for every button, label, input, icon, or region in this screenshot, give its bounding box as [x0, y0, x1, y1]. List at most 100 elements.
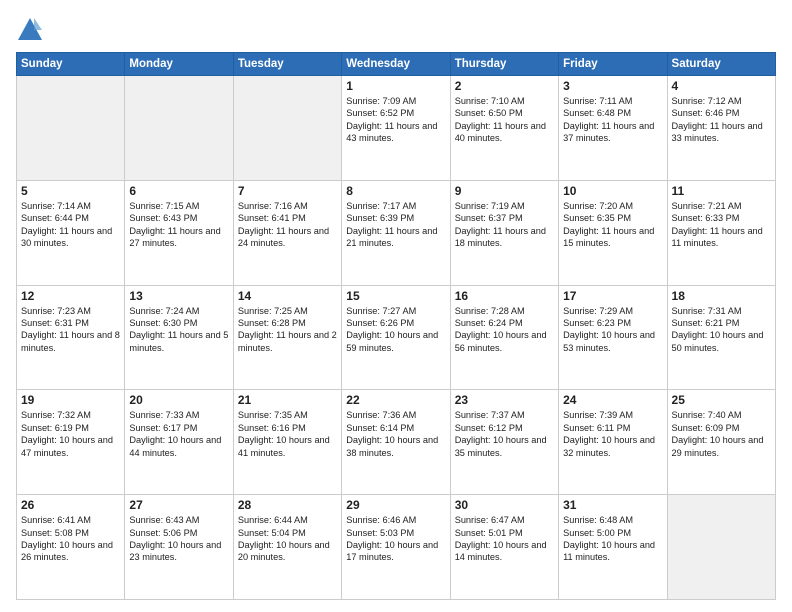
day-number: 27 — [129, 498, 228, 512]
calendar-cell: 28Sunrise: 6:44 AMSunset: 5:04 PMDayligh… — [233, 495, 341, 600]
cell-daylight-info: Sunrise: 7:21 AMSunset: 6:33 PMDaylight:… — [672, 200, 771, 250]
calendar-cell: 6 Sunrise: 7:15 AMSunset: 6:43 PMDaylight… — [125, 180, 233, 285]
calendar-cell: 21Sunrise: 7:35 AMSunset: 6:16 PMDayligh… — [233, 390, 341, 495]
calendar-week-row: 5Sunrise: 7:14 AMSunset: 6:44 PMDaylight… — [17, 180, 776, 285]
calendar-cell: 9 Sunrise: 7:19 AMSunset: 6:37 PMDaylight… — [450, 180, 558, 285]
cell-daylight-info: Sunrise: 7:14 AMSunset: 6:44 PMDaylight:… — [21, 200, 120, 250]
calendar-cell: 20Sunrise: 7:33 AMSunset: 6:17 PMDayligh… — [125, 390, 233, 495]
calendar-cell: 10Sunrise: 7:20 AMSunset: 6:35 PMDayligh… — [559, 180, 667, 285]
page: SundayMondayTuesdayWednesdayThursdayFrid… — [0, 0, 792, 612]
calendar-week-row: 1 Sunrise: 7:09 AMSunset: 6:52 PMDaylight… — [17, 76, 776, 181]
calendar-cell: 29Sunrise: 6:46 AMSunset: 5:03 PMDayligh… — [342, 495, 450, 600]
weekday-header: Sunday — [17, 53, 125, 76]
cell-daylight-info: Sunrise: 7:15 AMSunset: 6:43 PMDaylight:… — [129, 200, 228, 250]
calendar-cell: 3 Sunrise: 7:11 AMSunset: 6:48 PMDaylight… — [559, 76, 667, 181]
cell-daylight-info: Sunrise: 7:20 AMSunset: 6:35 PMDaylight:… — [563, 200, 662, 250]
cell-daylight-info: Sunrise: 7:19 AMSunset: 6:37 PMDaylight:… — [455, 200, 554, 250]
day-number: 2 — [455, 79, 554, 93]
calendar-cell: 4 Sunrise: 7:12 AMSunset: 6:46 PMDaylight… — [667, 76, 775, 181]
day-number: 15 — [346, 289, 445, 303]
calendar-cell: 16 Sunrise: 7:28 AMSunset: 6:24 PMDayligh… — [450, 285, 558, 390]
calendar-cell: 25 Sunrise: 7:40 AMSunset: 6:09 PMDayligh… — [667, 390, 775, 495]
calendar-cell: 13 Sunrise: 7:24 AMSunset: 6:30 PMDayligh… — [125, 285, 233, 390]
calendar-cell: 27Sunrise: 6:43 AMSunset: 5:06 PMDayligh… — [125, 495, 233, 600]
day-number: 13 — [129, 289, 228, 303]
weekday-header: Thursday — [450, 53, 558, 76]
calendar-cell: 2 Sunrise: 7:10 AMSunset: 6:50 PMDaylight… — [450, 76, 558, 181]
cell-daylight-info: Sunrise: 7:09 AMSunset: 6:52 PMDaylight:… — [346, 95, 445, 145]
cell-daylight-info: Sunrise: 6:48 AMSunset: 5:00 PMDaylight:… — [563, 514, 662, 564]
day-number: 30 — [455, 498, 554, 512]
day-number: 29 — [346, 498, 445, 512]
day-number: 12 — [21, 289, 120, 303]
cell-daylight-info: Sunrise: 7:17 AMSunset: 6:39 PMDaylight:… — [346, 200, 445, 250]
calendar-week-row: 12Sunrise: 7:23 AMSunset: 6:31 PMDayligh… — [17, 285, 776, 390]
calendar-table: SundayMondayTuesdayWednesdayThursdayFrid… — [16, 52, 776, 600]
calendar-cell: 22Sunrise: 7:36 AMSunset: 6:14 PMDayligh… — [342, 390, 450, 495]
calendar-cell — [125, 76, 233, 181]
day-number: 3 — [563, 79, 662, 93]
logo-icon — [16, 16, 44, 44]
calendar-cell: 17 Sunrise: 7:29 AMSunset: 6:23 PMDayligh… — [559, 285, 667, 390]
day-number: 24 — [563, 393, 662, 407]
calendar-cell: 19 Sunrise: 7:32 AMSunset: 6:19 PMDayligh… — [17, 390, 125, 495]
calendar-cell — [17, 76, 125, 181]
day-number: 28 — [238, 498, 337, 512]
calendar-week-row: 19 Sunrise: 7:32 AMSunset: 6:19 PMDayligh… — [17, 390, 776, 495]
cell-daylight-info: Sunrise: 7:36 AMSunset: 6:14 PMDaylight:… — [346, 409, 445, 459]
calendar-cell: 1 Sunrise: 7:09 AMSunset: 6:52 PMDaylight… — [342, 76, 450, 181]
day-number: 4 — [672, 79, 771, 93]
day-number: 17 — [563, 289, 662, 303]
cell-daylight-info: Sunrise: 7:40 AMSunset: 6:09 PMDaylight:… — [672, 409, 771, 459]
header — [16, 12, 776, 44]
weekday-header: Wednesday — [342, 53, 450, 76]
day-number: 16 — [455, 289, 554, 303]
day-number: 26 — [21, 498, 120, 512]
day-number: 31 — [563, 498, 662, 512]
day-number: 20 — [129, 393, 228, 407]
cell-daylight-info: Sunrise: 6:41 AMSunset: 5:08 PMDaylight:… — [21, 514, 120, 564]
calendar-cell: 23Sunrise: 7:37 AMSunset: 6:12 PMDayligh… — [450, 390, 558, 495]
calendar-cell — [233, 76, 341, 181]
cell-daylight-info: Sunrise: 7:12 AMSunset: 6:46 PMDaylight:… — [672, 95, 771, 145]
cell-daylight-info: Sunrise: 6:47 AMSunset: 5:01 PMDaylight:… — [455, 514, 554, 564]
weekday-row: SundayMondayTuesdayWednesdayThursdayFrid… — [17, 53, 776, 76]
day-number: 1 — [346, 79, 445, 93]
calendar-body: 1 Sunrise: 7:09 AMSunset: 6:52 PMDaylight… — [17, 76, 776, 600]
day-number: 19 — [21, 393, 120, 407]
weekday-header: Monday — [125, 53, 233, 76]
calendar-cell: 18Sunrise: 7:31 AMSunset: 6:21 PMDayligh… — [667, 285, 775, 390]
day-number: 6 — [129, 184, 228, 198]
day-number: 25 — [672, 393, 771, 407]
calendar-cell: 7Sunrise: 7:16 AMSunset: 6:41 PMDaylight… — [233, 180, 341, 285]
cell-daylight-info: Sunrise: 7:27 AMSunset: 6:26 PMDaylight:… — [346, 305, 445, 355]
weekday-header: Friday — [559, 53, 667, 76]
cell-daylight-info: Sunrise: 7:32 AMSunset: 6:19 PMDaylight:… — [21, 409, 120, 459]
calendar-cell: 12Sunrise: 7:23 AMSunset: 6:31 PMDayligh… — [17, 285, 125, 390]
weekday-header: Tuesday — [233, 53, 341, 76]
cell-daylight-info: Sunrise: 7:39 AMSunset: 6:11 PMDaylight:… — [563, 409, 662, 459]
cell-daylight-info: Sunrise: 7:31 AMSunset: 6:21 PMDaylight:… — [672, 305, 771, 355]
cell-daylight-info: Sunrise: 7:29 AMSunset: 6:23 PMDaylight:… — [563, 305, 662, 355]
cell-daylight-info: Sunrise: 7:24 AMSunset: 6:30 PMDaylight:… — [129, 305, 228, 355]
calendar-cell: 8 Sunrise: 7:17 AMSunset: 6:39 PMDaylight… — [342, 180, 450, 285]
calendar-header: SundayMondayTuesdayWednesdayThursdayFrid… — [17, 53, 776, 76]
logo — [16, 16, 48, 44]
cell-daylight-info: Sunrise: 7:16 AMSunset: 6:41 PMDaylight:… — [238, 200, 337, 250]
cell-daylight-info: Sunrise: 7:25 AMSunset: 6:28 PMDaylight:… — [238, 305, 337, 355]
day-number: 9 — [455, 184, 554, 198]
cell-daylight-info: Sunrise: 7:11 AMSunset: 6:48 PMDaylight:… — [563, 95, 662, 145]
cell-daylight-info: Sunrise: 7:35 AMSunset: 6:16 PMDaylight:… — [238, 409, 337, 459]
cell-daylight-info: Sunrise: 7:28 AMSunset: 6:24 PMDaylight:… — [455, 305, 554, 355]
calendar-cell: 11 Sunrise: 7:21 AMSunset: 6:33 PMDayligh… — [667, 180, 775, 285]
day-number: 11 — [672, 184, 771, 198]
calendar-cell — [667, 495, 775, 600]
calendar-cell: 24 Sunrise: 7:39 AMSunset: 6:11 PMDayligh… — [559, 390, 667, 495]
cell-daylight-info: Sunrise: 7:10 AMSunset: 6:50 PMDaylight:… — [455, 95, 554, 145]
calendar-cell: 5Sunrise: 7:14 AMSunset: 6:44 PMDaylight… — [17, 180, 125, 285]
day-number: 14 — [238, 289, 337, 303]
day-number: 8 — [346, 184, 445, 198]
weekday-header: Saturday — [667, 53, 775, 76]
calendar-cell: 26 Sunrise: 6:41 AMSunset: 5:08 PMDayligh… — [17, 495, 125, 600]
cell-daylight-info: Sunrise: 7:37 AMSunset: 6:12 PMDaylight:… — [455, 409, 554, 459]
